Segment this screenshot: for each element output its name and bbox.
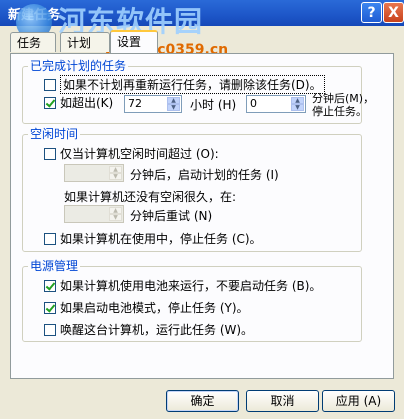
tab-settings[interactable]: 设置 [110, 30, 158, 53]
dont-start-on-battery-label: 如果计算机使用电池来运行，不要启动任务 (B)。 [60, 279, 322, 293]
minutes-unit-label: 分钟后(M)， 停止任务。 [312, 92, 374, 118]
stop-if-in-use-label: 如果计算机在使用中，停止任务 (C)。 [60, 232, 262, 246]
apply-button[interactable]: 应用 (A) [322, 390, 395, 412]
retry-minutes-spinner[interactable]: ▲ ▼ [64, 205, 124, 223]
wake-to-run-row[interactable]: 唤醒这台计算机，运行此任务 (W)。 [44, 321, 253, 338]
minutes-unit-line2: 停止任务。 [312, 105, 367, 118]
delete-if-not-scheduled-row[interactable]: 如果不计划再重新运行任务，请删除该任务(D)。 [44, 75, 325, 94]
tab-task[interactable]: 任务 [10, 32, 56, 52]
spin-down-icon[interactable]: ▼ [291, 104, 304, 111]
if-not-idle-label: 如果计算机还没有空闲很久，在: [64, 190, 237, 204]
stop-on-battery-row[interactable]: 如果启动电池模式，停止任务 (Y)。 [44, 299, 249, 316]
minutes-spinner[interactable]: 0 ▲ ▼ [246, 95, 306, 113]
stop-if-in-use-row[interactable]: 如果计算机在使用中，停止任务 (C)。 [44, 230, 262, 247]
stop-if-exceeds-label: 如超出(K) [60, 96, 114, 110]
wake-to-run-label: 唤醒这台计算机，运行此任务 (W)。 [60, 323, 254, 337]
idle-group-title: 空闲时间 [28, 127, 81, 141]
hours-unit-label: 小时 (H) [190, 98, 237, 112]
ok-button[interactable]: 确定 [166, 390, 239, 412]
close-button[interactable]: X [383, 2, 404, 23]
idle-minutes-spin-buttons[interactable]: ▲ ▼ [109, 166, 122, 180]
spin-up-icon[interactable]: ▲ [109, 207, 122, 214]
minutes-unit-line1: 分钟后(M)， [312, 92, 375, 105]
delete-if-not-scheduled-checkbox[interactable] [44, 78, 56, 91]
stop-on-battery-checkbox[interactable] [44, 301, 56, 314]
delete-if-not-scheduled-label: 如果不计划再重新运行任务，请删除该任务(D)。 [60, 75, 325, 94]
only-if-idle-label: 仅当计算机空闲时间超过 (O): [60, 147, 219, 161]
spin-down-icon[interactable]: ▼ [167, 104, 180, 111]
stop-if-exceeds-row[interactable]: 如超出(K) [44, 94, 113, 111]
dont-start-on-battery-checkbox[interactable] [44, 279, 56, 292]
stop-if-in-use-checkbox[interactable] [44, 232, 56, 245]
completed-group-title: 已完成计划的任务 [28, 59, 129, 73]
only-if-idle-checkbox[interactable] [44, 147, 56, 160]
hours-spinner[interactable]: 72 ▲ ▼ [124, 95, 182, 113]
stop-if-exceeds-checkbox[interactable] [44, 96, 56, 109]
tab-schedule[interactable]: 计划 [60, 32, 110, 52]
hours-spin-buttons[interactable]: ▲ ▼ [167, 97, 180, 111]
minutes-value: 0 [250, 97, 257, 110]
stop-on-battery-label: 如果启动电池模式，停止任务 (Y)。 [60, 301, 249, 315]
dont-start-on-battery-row[interactable]: 如果计算机使用电池来运行，不要启动任务 (B)。 [44, 277, 321, 294]
spin-down-icon[interactable]: ▼ [109, 214, 122, 221]
hours-value: 72 [128, 97, 142, 110]
only-if-idle-row[interactable]: 仅当计算机空闲时间超过 (O): [44, 145, 219, 162]
spin-up-icon[interactable]: ▲ [109, 166, 122, 173]
minutes-retry-label: 分钟后重试 (N) [130, 209, 213, 223]
spin-up-icon[interactable]: ▲ [167, 97, 180, 104]
cancel-button[interactable]: 取消 [246, 390, 319, 412]
power-group-title: 电源管理 [28, 259, 81, 273]
idle-minutes-spinner[interactable]: ▲ ▼ [64, 164, 124, 182]
minutes-spin-buttons[interactable]: ▲ ▼ [291, 97, 304, 111]
retry-minutes-spin-buttons[interactable]: ▲ ▼ [109, 207, 122, 221]
wake-to-run-checkbox[interactable] [44, 323, 56, 336]
minutes-then-start-label: 分钟后，启动计划的任务 (I) [130, 168, 279, 182]
spin-up-icon[interactable]: ▲ [291, 97, 304, 104]
spin-down-icon[interactable]: ▼ [109, 173, 122, 180]
help-button[interactable]: ? [361, 2, 382, 23]
